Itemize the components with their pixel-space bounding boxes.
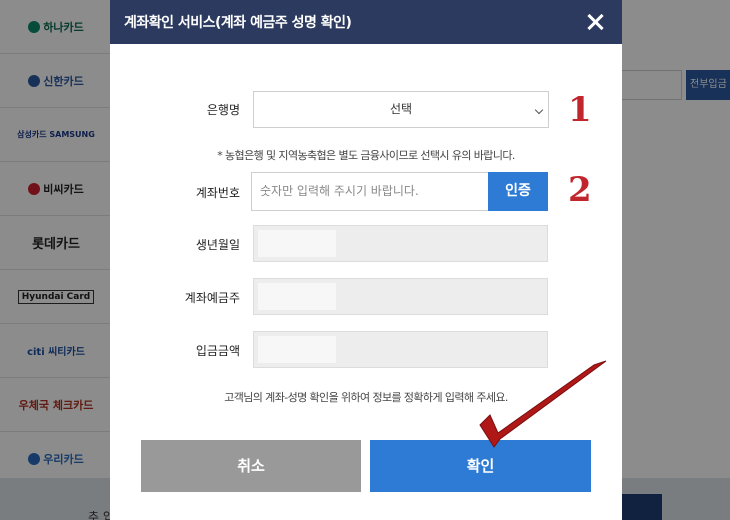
step-2-marker: 2 [568,170,592,210]
chevron-down-icon [534,105,544,115]
amount-label: 입금금액 [195,344,240,358]
holder-field [253,278,548,315]
account-placeholder: 숫자만 입력해 주시기 바랍니다. [260,184,419,198]
bank-label: 은행명 [206,103,240,117]
cancel-button[interactable]: 취소 [141,440,361,492]
checkmark-icon [479,360,607,448]
birth-label: 생년월일 [195,238,240,252]
step-1-marker: 1 [568,90,592,130]
amount-field-inner [258,336,336,363]
account-label: 계좌번호 [195,186,240,200]
bank-notice: * 농협은행 및 지역농축협은 별도 금융사이므로 선택시 유의 바랍니다. [217,149,515,162]
holder-label: 계좌예금주 [184,291,240,305]
modal-title: 계좌확인 서비스(계좌 예금주 성명 확인) [124,15,352,31]
bank-select-value: 선택 [389,102,413,116]
account-number-input[interactable]: 숫자만 입력해 주시기 바랍니다. [251,172,489,211]
holder-field-inner [258,283,336,310]
modal-header: 계좌확인 서비스(계좌 예금주 성명 확인) [110,0,622,44]
birth-field-inner [258,230,336,257]
auth-button[interactable]: 인증 [488,172,548,211]
close-icon[interactable] [586,13,604,31]
birth-field [253,225,548,262]
bank-select[interactable]: 선택 [253,91,549,128]
